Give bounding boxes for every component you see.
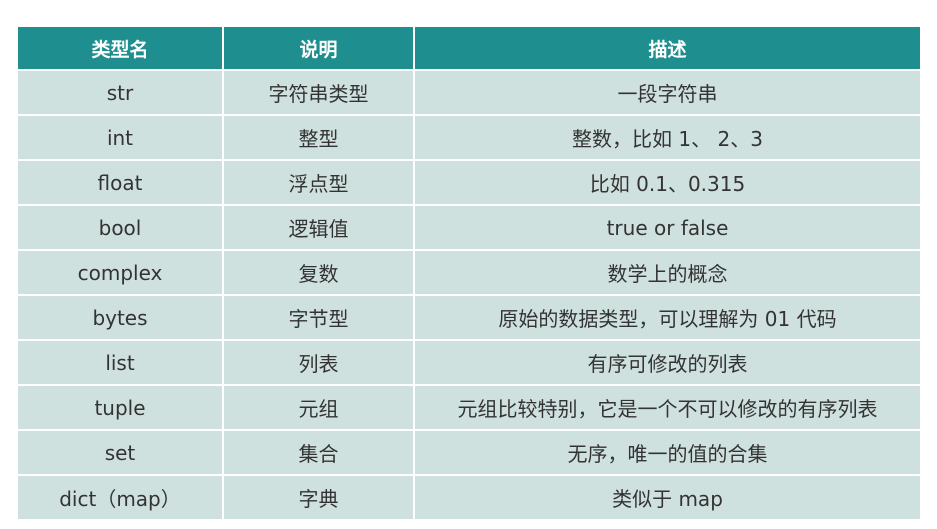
table-row: bool 逻辑值 true or false <box>16 204 922 251</box>
table-row: str 字符串类型 一段字符串 <box>16 69 922 116</box>
table-row: tuple 元组 元组比较特别，它是一个不可以修改的有序列表 <box>16 384 922 431</box>
cell-explanation: 逻辑值 <box>222 204 415 251</box>
cell-explanation: 集合 <box>222 429 415 476</box>
cell-description: 数学上的概念 <box>413 249 922 296</box>
table-row: complex 复数 数学上的概念 <box>16 249 922 296</box>
table-row: list 列表 有序可修改的列表 <box>16 339 922 386</box>
cell-explanation: 元组 <box>222 384 415 431</box>
cell-type-name: float <box>16 159 224 206</box>
table-row: int 整型 整数，比如 1、 2、3 <box>16 114 922 161</box>
table-row: set 集合 无序，唯一的值的合集 <box>16 429 922 476</box>
cell-explanation: 整型 <box>222 114 415 161</box>
header-type-name: 类型名 <box>16 25 224 71</box>
cell-description: 无序，唯一的值的合集 <box>413 429 922 476</box>
cell-explanation: 字符串类型 <box>222 69 415 116</box>
type-table-container: 类型名 说明 描述 str 字符串类型 一段字符串 int 整型 整数，比如 1… <box>14 23 924 523</box>
cell-explanation: 字节型 <box>222 294 415 341</box>
cell-type-name: tuple <box>16 384 224 431</box>
cell-type-name: bool <box>16 204 224 251</box>
cell-description: 类似于 map <box>413 474 922 521</box>
table-row: dict（map） 字典 类似于 map <box>16 474 922 521</box>
cell-description: 元组比较特别，它是一个不可以修改的有序列表 <box>413 384 922 431</box>
cell-explanation: 列表 <box>222 339 415 386</box>
cell-type-name: int <box>16 114 224 161</box>
cell-explanation: 浮点型 <box>222 159 415 206</box>
cell-type-name: set <box>16 429 224 476</box>
cell-type-name: bytes <box>16 294 224 341</box>
cell-description: 有序可修改的列表 <box>413 339 922 386</box>
cell-type-name: str <box>16 69 224 116</box>
cell-type-name: complex <box>16 249 224 296</box>
python-types-table: 类型名 说明 描述 str 字符串类型 一段字符串 int 整型 整数，比如 1… <box>16 25 922 521</box>
table-row: bytes 字节型 原始的数据类型，可以理解为 01 代码 <box>16 294 922 341</box>
cell-description: 原始的数据类型，可以理解为 01 代码 <box>413 294 922 341</box>
table-body: str 字符串类型 一段字符串 int 整型 整数，比如 1、 2、3 floa… <box>16 69 922 521</box>
cell-explanation: 字典 <box>222 474 415 521</box>
cell-type-name: list <box>16 339 224 386</box>
cell-description: 整数，比如 1、 2、3 <box>413 114 922 161</box>
cell-description: true or false <box>413 204 922 251</box>
header-description: 描述 <box>413 25 922 71</box>
header-row: 类型名 说明 描述 <box>16 25 922 71</box>
cell-explanation: 复数 <box>222 249 415 296</box>
cell-description: 一段字符串 <box>413 69 922 116</box>
header-explanation: 说明 <box>222 25 415 71</box>
table-header: 类型名 说明 描述 <box>16 25 922 71</box>
table-row: float 浮点型 比如 0.1、0.315 <box>16 159 922 206</box>
cell-type-name: dict（map） <box>16 474 224 521</box>
cell-description: 比如 0.1、0.315 <box>413 159 922 206</box>
